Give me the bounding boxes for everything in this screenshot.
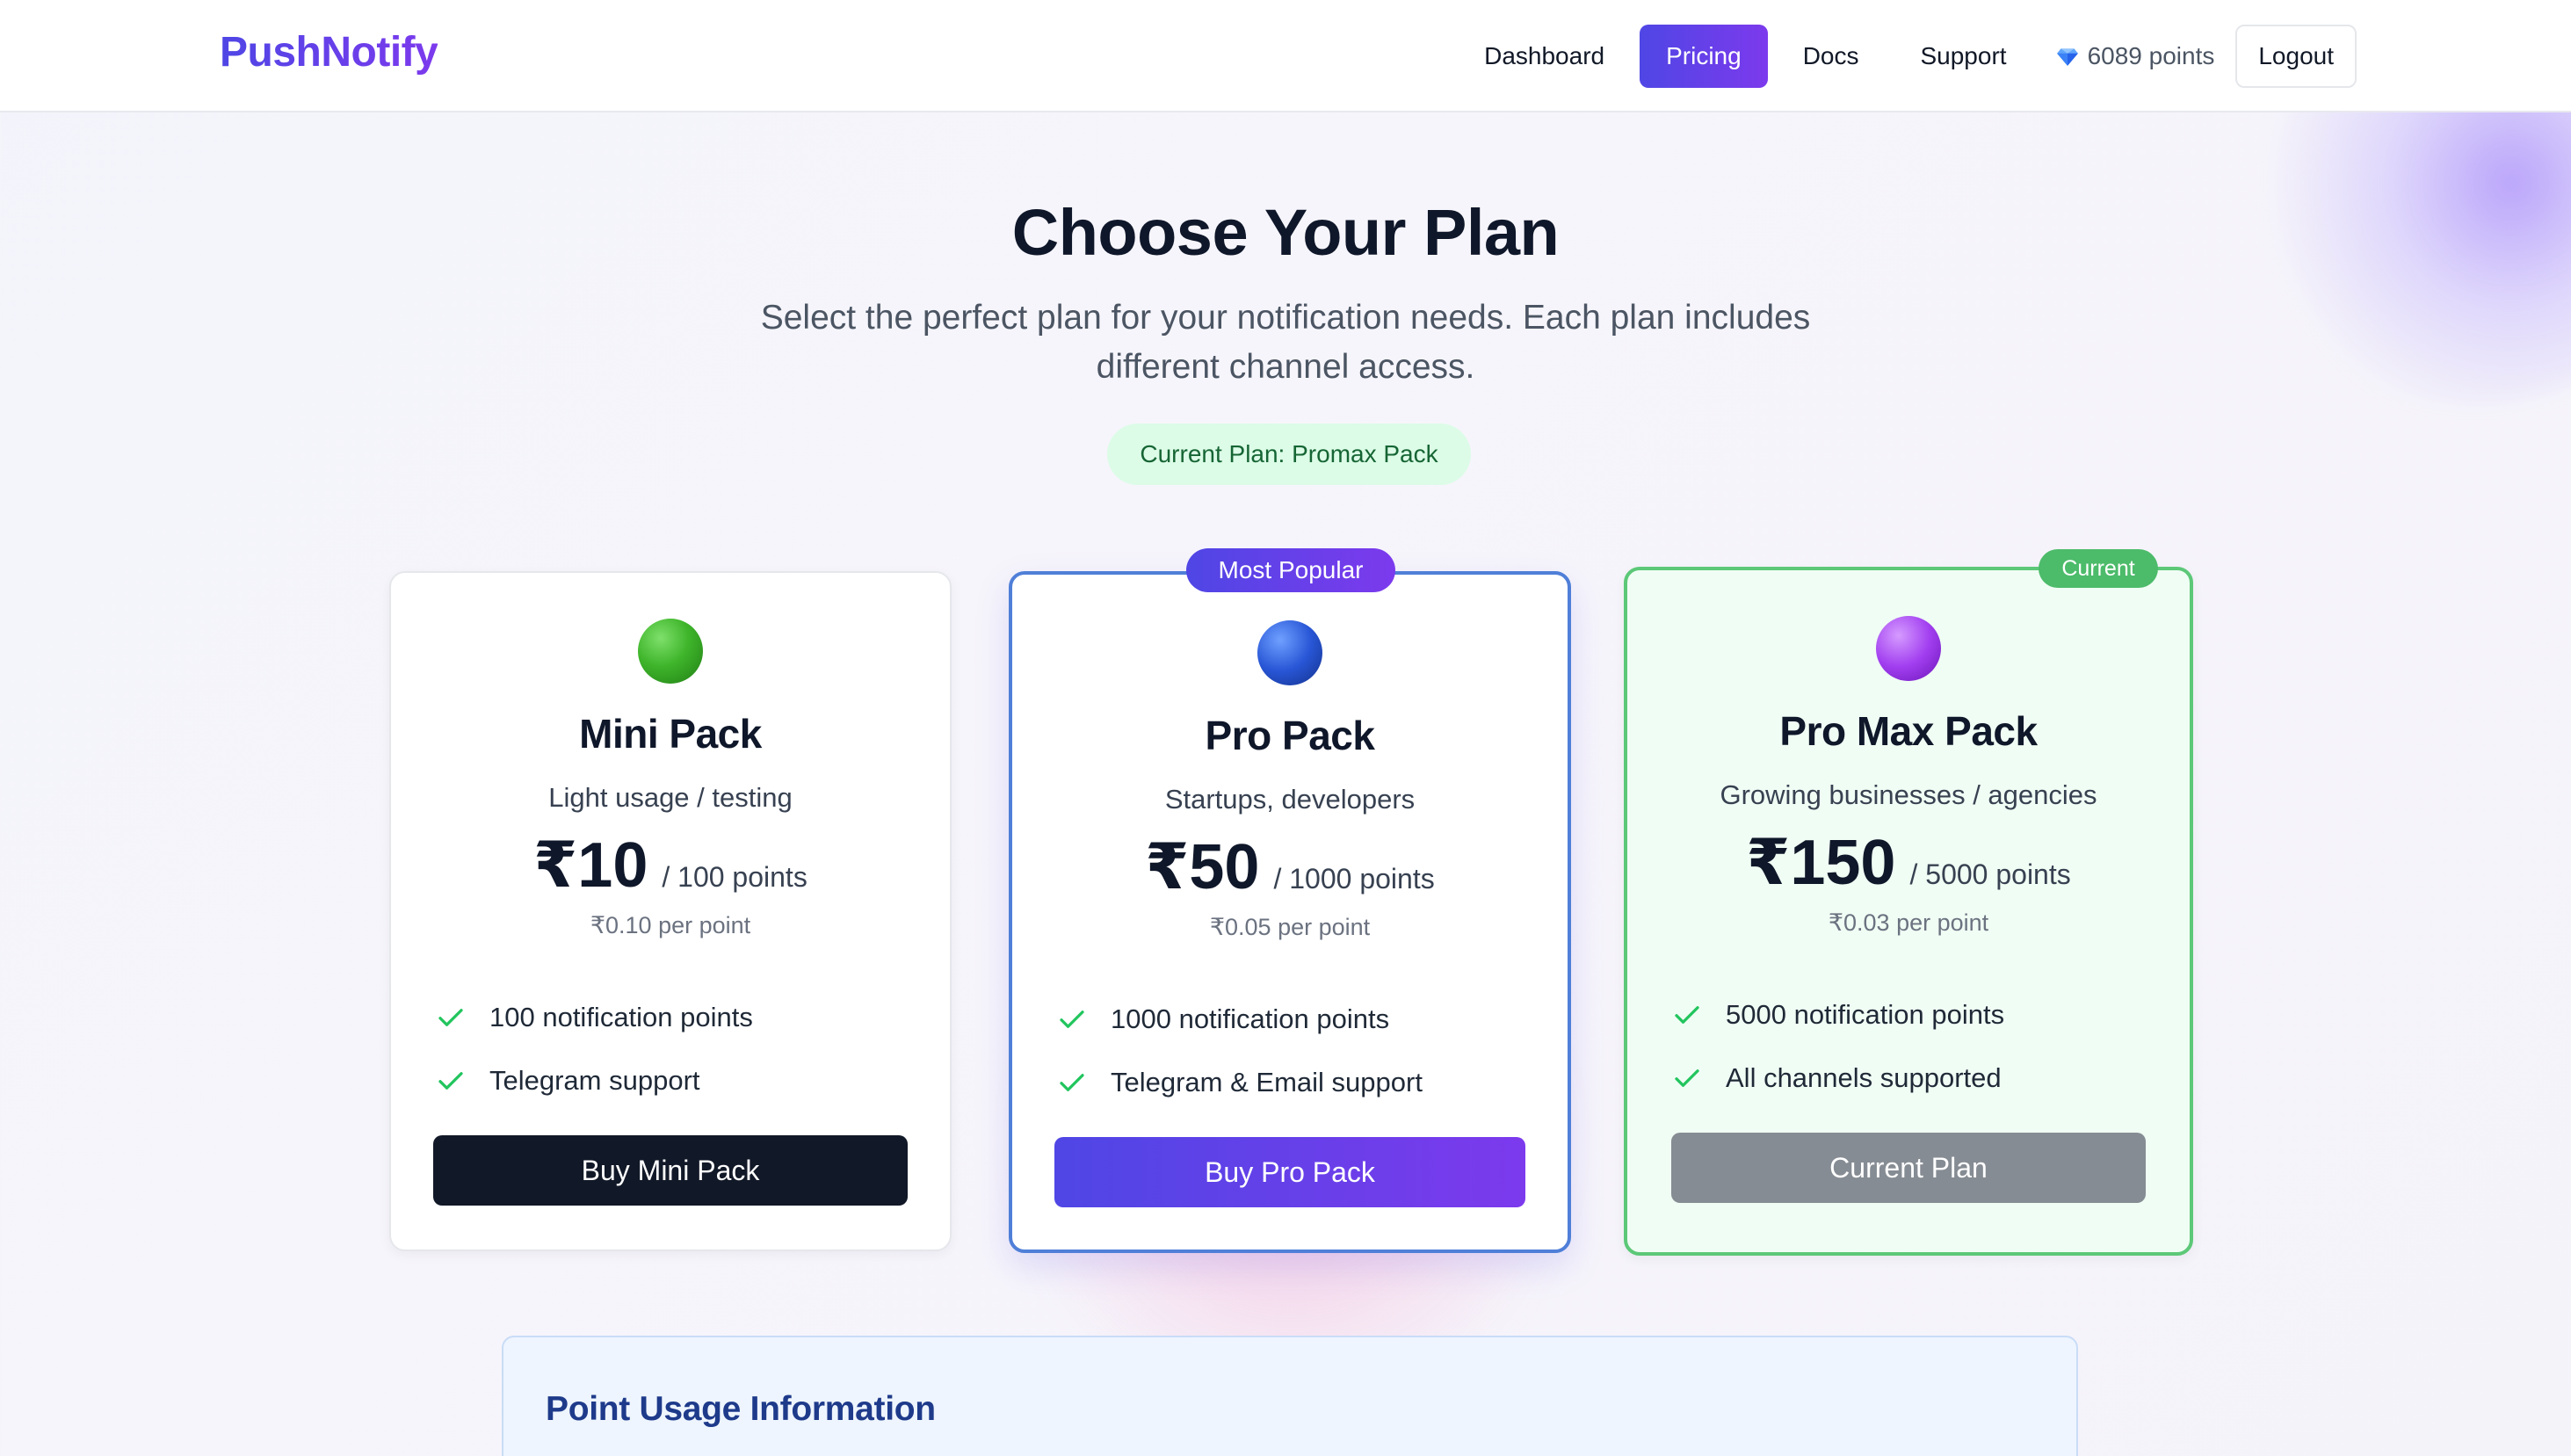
plan-card-pro-max: Current Pro Max Pack Growing businesses … [1624,549,2193,1256]
feature-text: All channels supported [1726,1062,2002,1093]
points-label: 6089 points [2087,42,2215,69]
current-badge: Current [2039,549,2158,588]
feature-text: 100 notification points [489,1002,753,1032]
plan-unit-price: ₹0.05 per point [1209,914,1371,940]
feature-item: Telegram support [435,1049,915,1112]
check-icon [1675,1006,1699,1024]
buy-mini-pack-button[interactable]: Buy Mini Pack [433,1135,908,1206]
nav-docs[interactable]: Docs [1777,25,1886,88]
plan-price: ₹50 [1145,832,1260,902]
plan-description: Startups, developers [1164,784,1416,815]
plan-features: 1000 notification points Telegram & Emai… [1056,988,1532,1114]
main-nav: Dashboard Pricing Docs Support 6089 poin… [1458,25,2357,88]
feature-text: 5000 notification points [1726,999,2005,1030]
plan-points: / 1000 points [1273,863,1435,895]
green-orb-icon [638,619,703,684]
most-popular-badge: Most Popular [1186,548,1395,592]
feature-item: All channels supported [1671,1047,2155,1110]
feature-text: Telegram & Email support [1111,1067,1423,1097]
feature-text: 1000 notification points [1111,1003,1390,1034]
plan-description: Light usage / testing [548,782,793,813]
plan-price-row: ₹150 / 5000 points [1627,825,2190,899]
page-subtitle: Select the perfect plan for your notific… [760,299,1811,386]
plan-description: Growing businesses / agencies [1720,779,2097,810]
feature-item: 100 notification points [435,986,915,1049]
top-navbar: PushNotify Dashboard Pricing Docs Suppor… [0,0,2571,112]
plan-price: ₹150 [1746,828,1896,898]
plan-name: Mini Pack [579,711,762,757]
check-icon [438,1072,463,1090]
plan-unit-price: ₹0.10 per point [590,912,751,938]
buy-pro-pack-button[interactable]: Buy Pro Pack [1054,1137,1525,1207]
plan-price: ₹10 [533,830,648,901]
nav-dashboard[interactable]: Dashboard [1458,25,1631,88]
page-title: Choose Your Plan [1011,196,1560,269]
feature-text: Telegram support [489,1065,700,1096]
plan-name: Pro Max Pack [1779,708,2038,754]
plan-card-mini: Mini Pack Light usage / testing ₹10 / 10… [389,571,952,1251]
point-usage-title: Point Usage Information [546,1390,936,1428]
gem-icon [2056,48,2078,66]
check-icon [1675,1069,1699,1087]
point-usage-panel: Point Usage Information [502,1336,2078,1456]
check-icon [438,1009,463,1026]
current-plan-badge: Current Plan: Promax Pack [1107,424,1471,485]
blue-orb-icon [1257,620,1322,685]
nav-support[interactable]: Support [1894,25,2032,88]
check-icon [1060,1074,1084,1091]
brand-logo[interactable]: PushNotify [220,28,438,76]
plan-price-row: ₹50 / 1000 points [1012,829,1568,903]
feature-item: Telegram & Email support [1056,1051,1532,1114]
check-icon [1060,1011,1084,1028]
plan-points: / 100 points [662,861,808,893]
logout-button[interactable]: Logout [2235,25,2357,88]
plan-price-row: ₹10 / 100 points [391,828,950,902]
plan-points: / 5000 points [1909,858,2071,890]
plan-name: Pro Pack [1205,713,1375,758]
plan-features: 5000 notification points All channels su… [1671,983,2155,1110]
plan-unit-price: ₹0.03 per point [1828,909,1989,936]
purple-orb-icon [1876,616,1941,681]
feature-item: 5000 notification points [1671,983,2155,1047]
points-balance: 6089 points [2042,42,2227,70]
plan-card-pro: Most Popular Pro Pack Startups, develope… [1009,548,1571,1253]
plan-features: 100 notification points Telegram support [435,986,915,1112]
feature-item: 1000 notification points [1056,988,1532,1051]
current-plan-button[interactable]: Current Plan [1671,1133,2146,1203]
nav-pricing[interactable]: Pricing [1640,25,1768,88]
